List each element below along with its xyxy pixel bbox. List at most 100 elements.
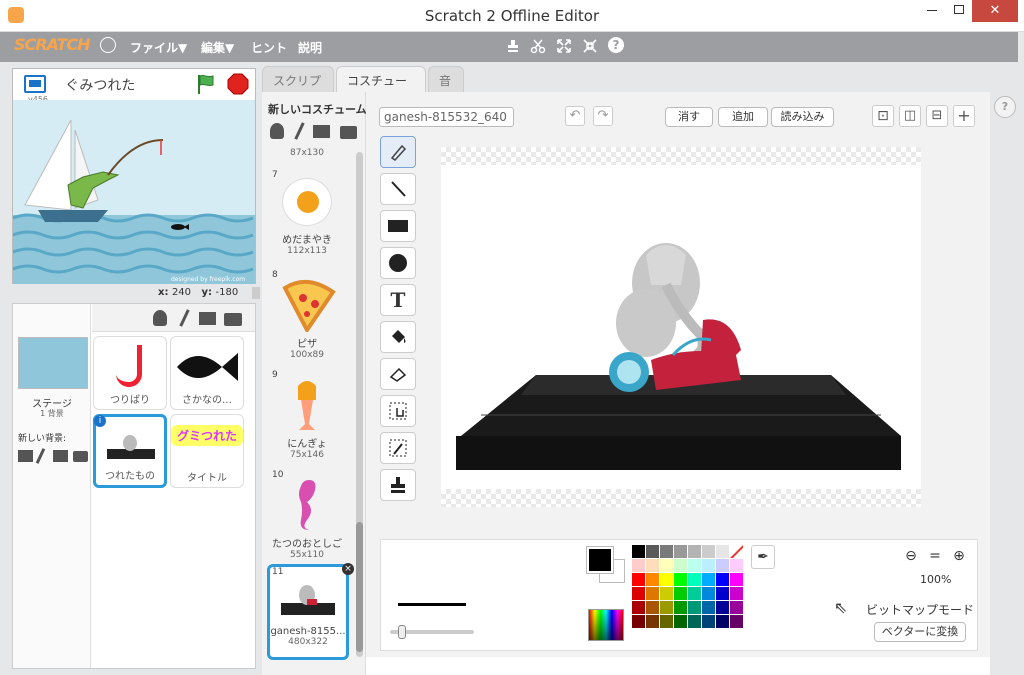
palette-swatch[interactable]: [702, 601, 715, 614]
primary-color-swatch-front[interactable]: [587, 547, 613, 573]
palette-swatch[interactable]: [730, 587, 743, 600]
palette-swatch[interactable]: [646, 545, 659, 558]
palette-swatch[interactable]: [632, 545, 645, 558]
palette-swatch[interactable]: [674, 559, 687, 572]
stage-thumbnail[interactable]: [18, 337, 88, 389]
palette-swatch[interactable]: [674, 587, 687, 600]
menu-hint[interactable]: ヒント: [251, 39, 287, 56]
palette-swatch[interactable]: [632, 587, 645, 600]
zoom-reset-icon[interactable]: =: [926, 547, 944, 565]
text-tool[interactable]: T: [380, 284, 416, 316]
palette-swatch[interactable]: [716, 559, 729, 572]
palette-swatch[interactable]: [646, 573, 659, 586]
slider-handle[interactable]: [398, 625, 406, 639]
brush-tool[interactable]: [380, 136, 416, 168]
palette-swatch[interactable]: [660, 601, 673, 614]
flip-vertical-icon[interactable]: ⊟: [926, 105, 948, 127]
palette-swatch[interactable]: [632, 615, 645, 628]
palette-swatch[interactable]: [646, 601, 659, 614]
cut-scissors-icon[interactable]: [530, 38, 546, 54]
palette-swatch[interactable]: [674, 615, 687, 628]
palette-swatch[interactable]: [674, 573, 687, 586]
tab-scripts[interactable]: スクリプト: [262, 66, 334, 105]
palette-swatch[interactable]: [660, 573, 673, 586]
palette-swatch[interactable]: [674, 545, 687, 558]
palette-swatch[interactable]: [716, 615, 729, 628]
remove-background-tool[interactable]: [380, 432, 416, 464]
globe-icon[interactable]: [100, 37, 116, 53]
costume-item[interactable]: 8 ピザ 100x89: [262, 270, 352, 362]
palette-swatch[interactable]: [646, 615, 659, 628]
sprite-upload-icon[interactable]: [199, 312, 216, 325]
zoom-out-icon[interactable]: ⊖: [902, 547, 920, 565]
palette-swatch[interactable]: [632, 573, 645, 586]
scrollbar-thumb[interactable]: [356, 522, 363, 652]
costume-camera-icon[interactable]: [340, 126, 357, 139]
palette-swatch[interactable]: [632, 559, 645, 572]
tab-costumes[interactable]: コスチューム: [336, 66, 426, 105]
palette-swatch[interactable]: [660, 545, 673, 558]
palette-swatch[interactable]: [674, 601, 687, 614]
delete-costume-icon[interactable]: ×: [342, 563, 354, 575]
eraser-tool[interactable]: [380, 358, 416, 390]
palette-swatch[interactable]: [716, 545, 729, 558]
menu-file[interactable]: ファイル▼: [130, 39, 187, 56]
close-window-button[interactable]: ✕: [972, 0, 1018, 22]
zoom-in-icon[interactable]: ⊕: [950, 547, 968, 565]
line-tool[interactable]: [380, 173, 416, 205]
no-color-icon[interactable]: [730, 545, 743, 558]
maximize-button[interactable]: [946, 0, 972, 22]
ellipse-tool[interactable]: [380, 247, 416, 279]
fill-tool[interactable]: [380, 321, 416, 353]
palette-swatch[interactable]: [660, 559, 673, 572]
undo-icon[interactable]: ↶: [565, 106, 585, 126]
costume-upload-icon[interactable]: [313, 125, 330, 138]
help-icon[interactable]: ?: [608, 37, 624, 53]
costume-item[interactable]: 7 めだまやき 112x113: [262, 170, 352, 262]
set-center-icon[interactable]: +: [953, 105, 975, 127]
sprite-tile[interactable]: さかなの…: [170, 336, 244, 410]
help-panel-icon[interactable]: ?: [994, 96, 1016, 118]
grow-icon[interactable]: [556, 38, 572, 54]
select-tool[interactable]: [380, 395, 416, 427]
palette-swatch[interactable]: [702, 587, 715, 600]
scratch-logo[interactable]: SCRATCH: [14, 35, 90, 54]
palette-swatch[interactable]: [730, 615, 743, 628]
backdrop-upload-icon[interactable]: [53, 450, 68, 462]
palette-swatch[interactable]: [730, 559, 743, 572]
palette-swatch[interactable]: [688, 615, 701, 628]
palette-swatch[interactable]: [688, 587, 701, 600]
stage-canvas[interactable]: designed by freepik.com: [13, 100, 255, 284]
redo-icon[interactable]: ↷: [593, 106, 613, 126]
costume-item[interactable]: 9 にんぎょ 75x146: [262, 370, 352, 462]
eyedropper-icon[interactable]: ✒: [751, 545, 775, 569]
crop-icon[interactable]: ⊡: [872, 105, 894, 127]
minimize-button[interactable]: [918, 0, 946, 22]
palette-swatch[interactable]: [646, 587, 659, 600]
sprite-library-icon[interactable]: [153, 310, 167, 326]
palette-swatch[interactable]: [702, 573, 715, 586]
backdrop-library-icon[interactable]: [18, 450, 33, 462]
stamp-tool[interactable]: [380, 469, 416, 501]
sprite-tile[interactable]: グミつれた タイトル: [170, 414, 244, 488]
palette-swatch[interactable]: [688, 601, 701, 614]
menu-edit[interactable]: 編集▼: [201, 39, 234, 56]
tab-sounds[interactable]: 音: [428, 66, 464, 92]
costume-library-icon[interactable]: [270, 123, 284, 139]
shrink-icon[interactable]: [582, 38, 598, 54]
palette-swatch[interactable]: [702, 615, 715, 628]
palette-swatch[interactable]: [688, 545, 701, 558]
palette-swatch[interactable]: [702, 559, 715, 572]
costume-name-field[interactable]: ganesh-815532_640: [379, 107, 514, 127]
palette-swatch[interactable]: [646, 559, 659, 572]
costume-item[interactable]: 10 たつのおとしご 55x110: [262, 470, 352, 562]
rectangle-tool[interactable]: [380, 210, 416, 242]
costume-item-selected[interactable]: 11 × ganesh-8155... 480x322: [267, 563, 354, 660]
menu-about[interactable]: 説明: [298, 39, 322, 56]
drawing-canvas[interactable]: [441, 165, 921, 489]
import-button[interactable]: 読み込み: [771, 107, 834, 127]
green-flag-icon[interactable]: [195, 73, 217, 95]
brush-size-slider[interactable]: [390, 625, 474, 639]
palette-swatch[interactable]: [660, 615, 673, 628]
palette-swatch[interactable]: [702, 545, 715, 558]
